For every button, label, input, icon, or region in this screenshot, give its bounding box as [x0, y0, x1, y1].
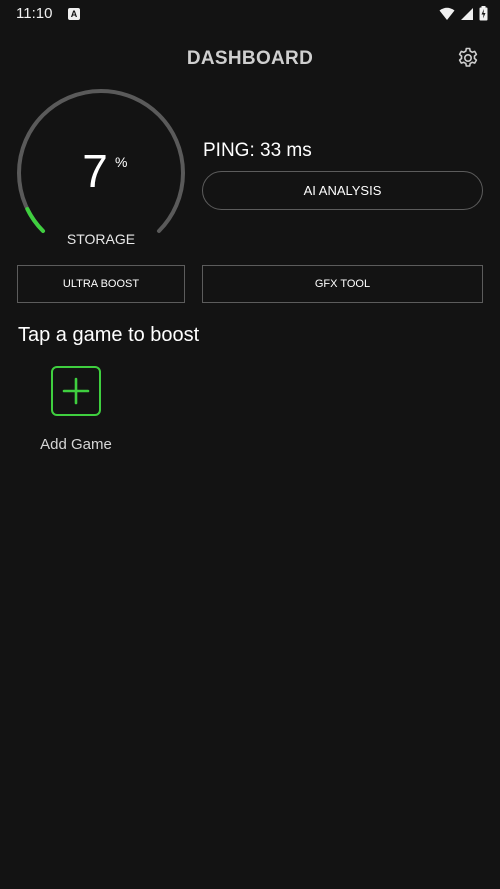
gauge-fill	[25, 207, 46, 233]
status-icons	[439, 6, 488, 21]
settings-button[interactable]	[456, 46, 480, 70]
gauge-value: 7	[16, 144, 186, 198]
gauge-unit: %	[115, 154, 128, 170]
status-time: 11:10	[16, 5, 53, 22]
add-game-box[interactable]	[51, 366, 101, 416]
games-section-title: Tap a game to boost	[18, 324, 200, 346]
page-title: DASHBOARD	[186, 48, 314, 69]
add-game-label: Add Game	[40, 436, 112, 453]
notification-icon: A	[68, 8, 80, 20]
gauge-label: STORAGE	[66, 231, 136, 247]
signal-icon	[461, 7, 473, 20]
ultra-boost-button[interactable]: ULTRA BOOST	[17, 265, 185, 303]
gear-icon	[458, 47, 478, 67]
plus-icon	[62, 377, 90, 405]
ai-analysis-button[interactable]: AI ANALYSIS	[202, 171, 483, 210]
battery-icon	[479, 6, 488, 21]
add-game-button[interactable]: Add Game	[36, 366, 116, 458]
status-bar: 11:10 A	[0, 0, 500, 30]
ping-readout: PING: 33 ms	[203, 140, 312, 161]
gfx-tool-button[interactable]: GFX TOOL	[202, 265, 483, 303]
storage-gauge: 7 % STORAGE	[16, 88, 186, 258]
wifi-icon	[439, 7, 455, 20]
storage-percent: 7	[82, 145, 108, 197]
